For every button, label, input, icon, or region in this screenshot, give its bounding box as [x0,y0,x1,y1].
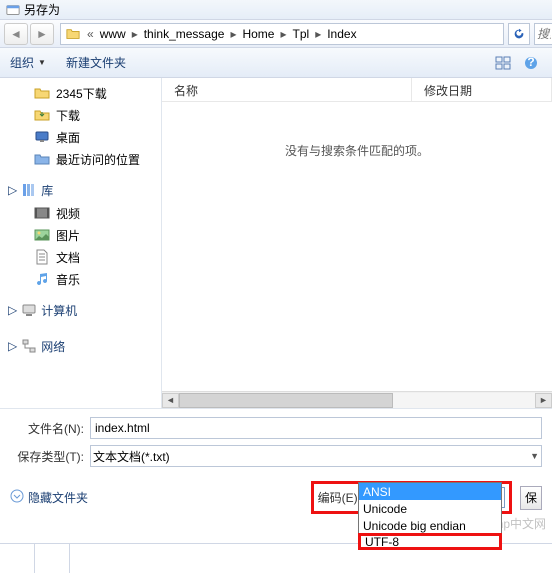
strip-segment [0,544,35,573]
breadcrumb[interactable]: « www▸ think_message▸ Home▸ Tpl▸ Index [60,23,504,45]
tree-computer-header[interactable]: ▷ 计算机 [0,298,161,322]
chevron-down-icon: ▼ [530,451,539,461]
download-icon [34,107,50,123]
video-icon [34,205,50,221]
view-button[interactable] [492,53,514,73]
filetype-value: 文本文档(*.txt) [93,448,170,465]
folder-icon [34,85,50,101]
breadcrumb-item[interactable]: think_message [140,24,229,44]
scroll-thumb[interactable] [179,393,393,408]
toolbar: 组织 ▼ 新建文件夹 ? [0,48,552,78]
organize-label: 组织 [10,54,34,71]
document-icon [34,249,50,265]
dropdown-item-unicode-be[interactable]: Unicode big endian [359,517,501,534]
scroll-right-button[interactable]: ► [535,393,552,408]
horizontal-scrollbar[interactable]: ◄ ► [162,391,552,408]
breadcrumb-item[interactable]: Tpl [289,24,314,44]
app-icon [6,3,20,17]
tree-item-desktop[interactable]: 桌面 [0,126,161,148]
folder-icon [61,24,85,44]
tree-item-label: 文档 [56,249,80,266]
column-name[interactable]: 名称 [162,78,412,101]
breadcrumb-item[interactable]: www [96,24,130,44]
tree-libraries-label: 库 [41,182,53,199]
help-button[interactable]: ? [520,53,542,73]
search-input[interactable] [534,23,552,45]
tree-item-label: 下载 [56,107,80,124]
tree-item-label: 最近访问的位置 [56,151,140,168]
tree-item-recent[interactable]: 最近访问的位置 [0,148,161,170]
picture-icon [34,227,50,243]
scroll-track[interactable] [179,393,535,408]
filename-label: 文件名(N): [10,420,90,437]
tree-item-label: 桌面 [56,129,80,146]
expand-icon: ▷ [8,339,17,353]
filetype-label: 保存类型(T): [10,448,90,465]
tree-item-label: 2345下载 [56,85,107,102]
column-date[interactable]: 修改日期 [412,78,552,101]
library-icon [21,182,37,198]
tree-computer-label: 计算机 [41,302,77,319]
tree-item-2345[interactable]: 2345下载 [0,82,161,104]
filename-input[interactable] [90,417,542,439]
collapse-icon [10,489,24,506]
file-list[interactable]: 名称 修改日期 没有与搜索条件匹配的项。 ◄ ► [162,78,552,408]
tree-item-music[interactable]: 音乐 [0,268,161,290]
scroll-left-button[interactable]: ◄ [162,393,179,408]
title-bar: 另存为 [0,0,552,20]
organize-menu[interactable]: 组织 ▼ [10,54,46,71]
empty-message: 没有与搜索条件匹配的项。 [162,142,552,159]
breadcrumb-item[interactable]: Home [238,24,278,44]
dropdown-item-unicode[interactable]: Unicode [359,500,501,517]
hide-folders-button[interactable]: 隐藏文件夹 [10,489,88,506]
chevron-down-icon: ▼ [38,58,46,67]
refresh-button[interactable] [508,23,530,45]
save-button[interactable]: 保 [520,486,542,510]
filetype-select[interactable]: 文本文档(*.txt) ▼ [90,445,542,467]
tree-item-downloads[interactable]: 下载 [0,104,161,126]
nav-back-button[interactable]: ◄ [4,23,28,45]
new-folder-label: 新建文件夹 [66,54,126,71]
nav-tree: 2345下载 下载 桌面 最近访问的位置 ▷ 库 视频 图片 文 [0,78,162,408]
dropdown-item-ansi[interactable]: ANSI [359,483,501,500]
network-icon [21,338,37,354]
nav-forward-button[interactable]: ► [30,23,54,45]
tree-libraries-header[interactable]: ▷ 库 [0,178,161,202]
breadcrumb-item[interactable]: Index [323,24,360,44]
list-header: 名称 修改日期 [162,78,552,102]
nav-bar: ◄ ► « www▸ think_message▸ Home▸ Tpl▸ Ind… [0,20,552,48]
dropdown-item-utf8[interactable]: UTF-8 [358,533,502,550]
tree-item-documents[interactable]: 文档 [0,246,161,268]
tree-item-label: 音乐 [56,271,80,288]
save-form: 文件名(N): 保存类型(T): 文本文档(*.txt) ▼ [0,408,552,477]
music-icon [34,271,50,287]
tree-item-label: 图片 [56,227,80,244]
expand-icon: ▷ [8,303,17,317]
desktop-icon [34,129,50,145]
tree-network-header[interactable]: ▷ 网络 [0,334,161,358]
hide-folders-label: 隐藏文件夹 [28,489,88,506]
expand-icon: ▷ [8,183,17,197]
window-title: 另存为 [24,1,60,18]
strip-segment [35,544,70,573]
tree-network-label: 网络 [41,338,65,355]
svg-text:?: ? [527,56,534,69]
recent-icon [34,151,50,167]
encoding-dropdown[interactable]: ANSI Unicode Unicode big endian UTF-8 [358,482,502,550]
new-folder-button[interactable]: 新建文件夹 [66,54,126,71]
tree-item-videos[interactable]: 视频 [0,202,161,224]
tree-item-label: 视频 [56,205,80,222]
tree-item-pictures[interactable]: 图片 [0,224,161,246]
computer-icon [21,302,37,318]
